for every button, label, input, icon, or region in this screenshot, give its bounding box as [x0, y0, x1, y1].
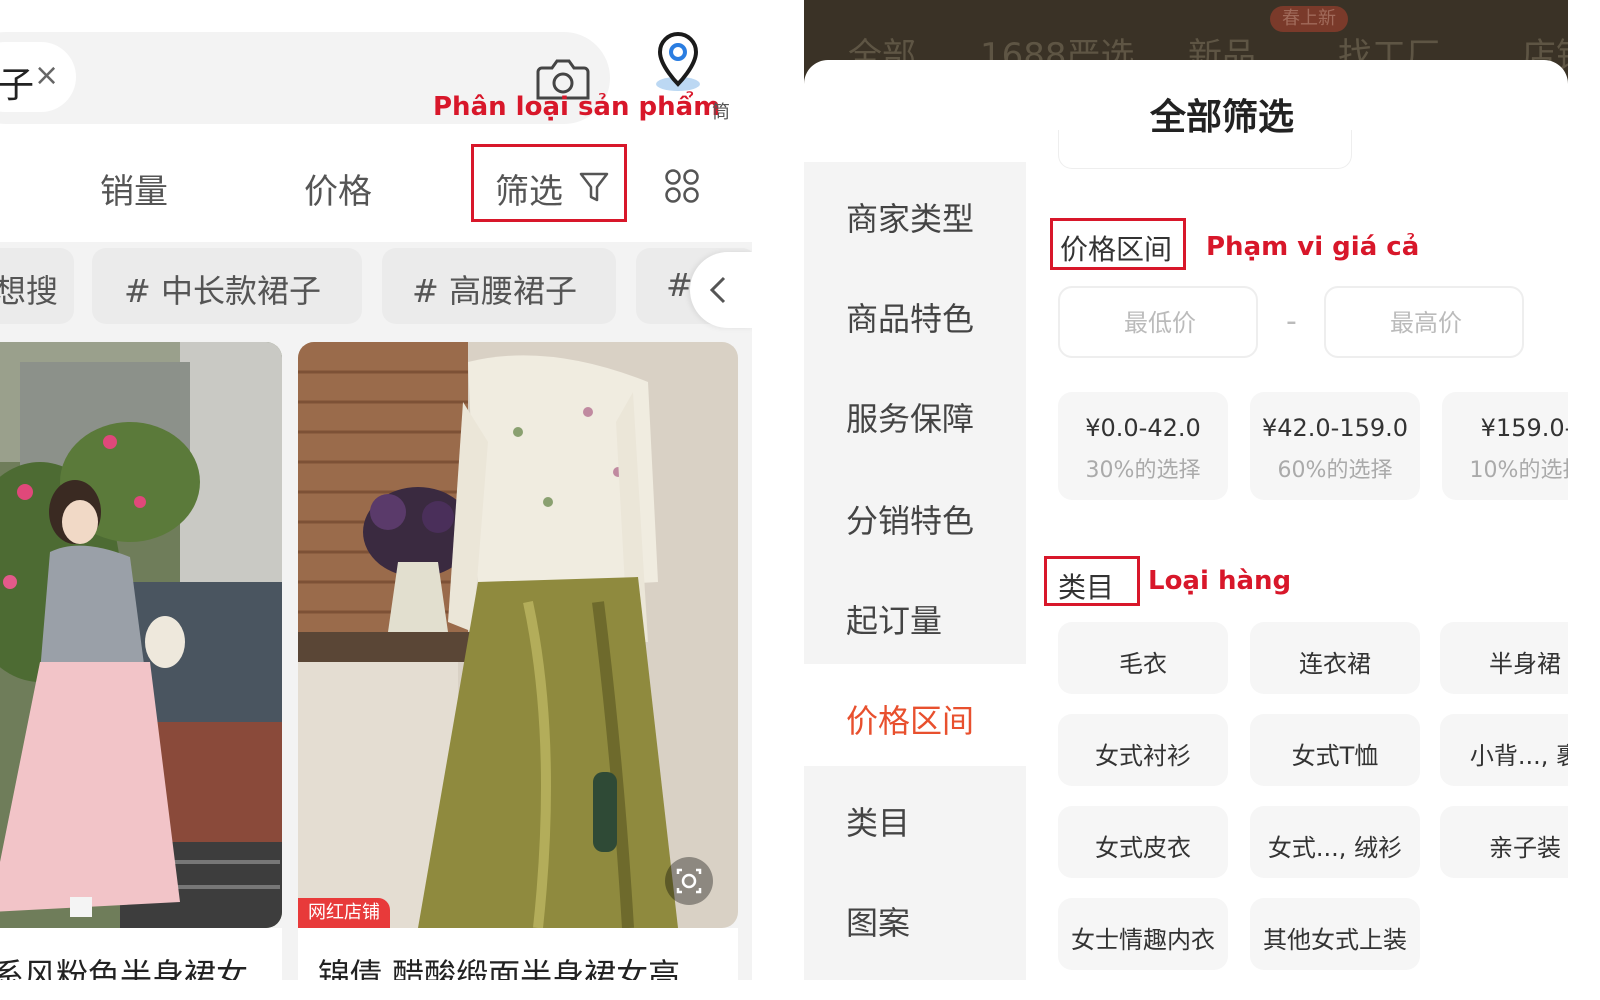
filter-button[interactable]: 筛选: [495, 164, 563, 213]
shop-badge: 网红店铺: [298, 898, 390, 928]
image-search-icon[interactable]: [664, 856, 714, 906]
max-price-field[interactable]: [1324, 286, 1526, 358]
side-nav-pattern[interactable]: 图案: [846, 898, 910, 944]
price-range-value: ¥42.0-159.0: [1261, 414, 1409, 442]
location-pin-icon[interactable]: [650, 30, 706, 94]
side-nav-category[interactable]: 类目: [846, 798, 910, 844]
category-option-label: 女式衬衫: [1095, 742, 1191, 770]
category-option-label: 半身裙: [1489, 650, 1561, 678]
side-nav-min-order[interactable]: 起订量: [846, 596, 942, 642]
category-option-label: 女式皮衣: [1095, 834, 1191, 862]
grid-view-icon[interactable]: [664, 168, 700, 204]
filter-funnel-icon[interactable]: [578, 170, 610, 204]
side-nav-service-guarantee[interactable]: 服务保障: [846, 394, 974, 440]
price-range-value: ¥159.0-: [1480, 414, 1568, 442]
suggest-chip-label: # 高腰裙子: [412, 272, 577, 310]
right-filter-screen: 全部 1688严选 新品 找工厂 店铺 春上新 全部筛选 商家类型 商品特色 服…: [804, 0, 1568, 980]
category-option-label: 女士情趣内衣: [1071, 926, 1215, 954]
max-price-input[interactable]: [1326, 288, 1526, 358]
suggest-chip-label: # 中长款裙子: [124, 272, 321, 310]
partial-option-box: [1058, 130, 1352, 169]
category-option-label: 其他女式上装: [1263, 926, 1407, 954]
price-section-title: 价格区间: [1060, 233, 1173, 266]
price-dash: -: [1286, 304, 1297, 339]
product-image[interactable]: [0, 342, 282, 928]
annotation-price-range: Phạm vi giá cả: [1206, 232, 1420, 262]
category-option-label: 小背..., 裹: [1469, 742, 1568, 770]
sort-sales-tab[interactable]: 销量: [100, 164, 168, 213]
product-photo-illustration: [0, 342, 282, 928]
suggest-chip-label: 想搜: [0, 272, 59, 310]
chevron-left-icon[interactable]: [706, 272, 732, 308]
annotation-product-classification: Phân loại sản phẩm: [433, 92, 721, 122]
left-app-screen: 子 × Phân loại sản phẩm 筒 销量 价格 筛选 想搜 # 中…: [0, 0, 752, 980]
min-price-input[interactable]: [1060, 288, 1260, 358]
sort-price-tab[interactable]: 价格: [304, 164, 372, 213]
side-nav-price-range[interactable]: 价格区间: [846, 696, 974, 742]
filter-side-nav: [804, 162, 1026, 980]
suggest-chip-label: #: [666, 266, 693, 304]
side-nav-distribution-features[interactable]: 分销特色: [846, 496, 974, 542]
product-image[interactable]: [298, 342, 738, 928]
new-badge: 春上新: [1270, 6, 1348, 32]
category-option-label: 女式T恤: [1291, 742, 1379, 770]
side-nav-merchant-type[interactable]: 商家类型: [846, 194, 974, 240]
category-option-label: 连衣裙: [1299, 650, 1371, 678]
search-keyword-text: 子: [0, 65, 35, 106]
product-title[interactable]: 系风粉色半身裙女: [0, 950, 277, 980]
category-section-title: 类目: [1058, 571, 1115, 604]
category-option-label: 女式..., 绒衫: [1267, 834, 1403, 862]
price-range-share: 10%的选择: [1469, 458, 1568, 483]
price-range-share: 30%的选择: [1085, 458, 1201, 483]
category-option-label: 亲子装: [1489, 834, 1561, 862]
side-nav-product-features[interactable]: 商品特色: [846, 294, 974, 340]
clear-keyword-icon[interactable]: ×: [34, 58, 59, 93]
min-price-field[interactable]: [1058, 286, 1260, 358]
annotation-category: Loại hàng: [1148, 566, 1292, 596]
product-title[interactable]: 锦倩 醋酸缎面半身裙女高: [318, 950, 728, 980]
price-range-value: ¥0.0-42.0: [1085, 414, 1201, 442]
category-option-label: 毛衣: [1119, 650, 1167, 678]
annotation-truncated-char: 筒: [712, 102, 730, 123]
price-range-share: 60%的选择: [1277, 458, 1393, 483]
product-photo-illustration: [298, 342, 738, 928]
